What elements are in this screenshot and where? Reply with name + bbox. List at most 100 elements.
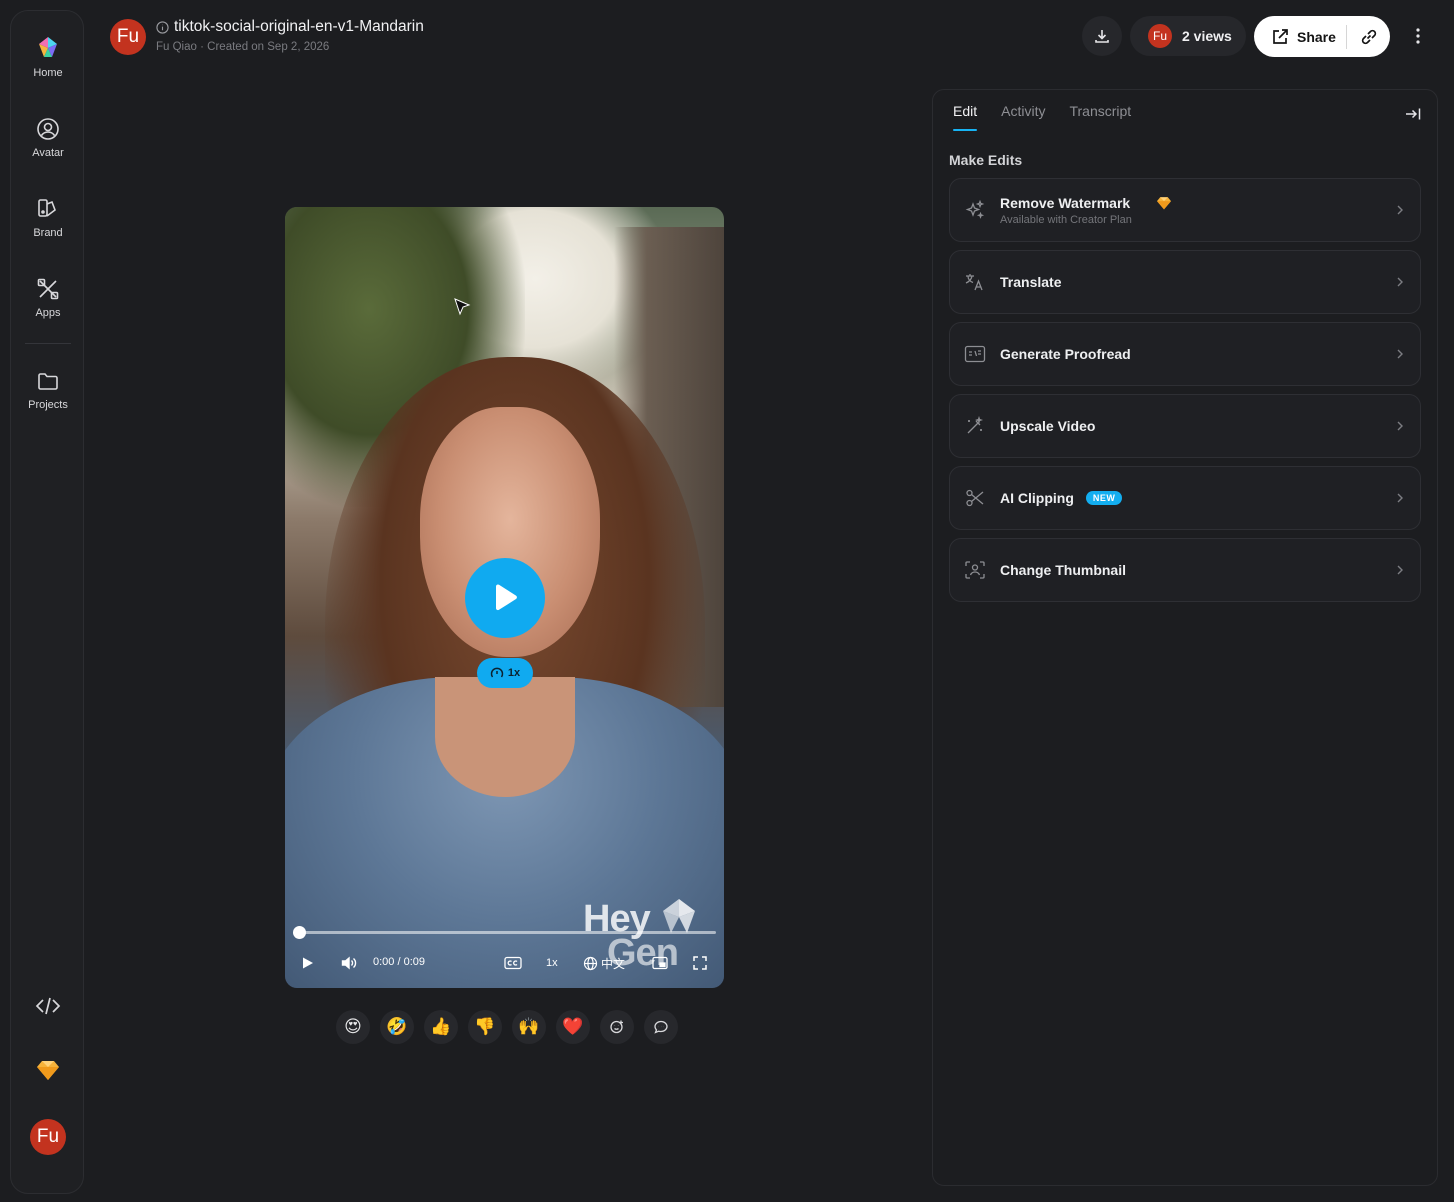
creator-avatar: Fu — [110, 19, 146, 55]
translate-option[interactable]: Translate — [949, 250, 1421, 314]
sidebar-item-home[interactable]: Home — [11, 35, 85, 79]
premium-diamond-icon — [1157, 196, 1172, 209]
meta-separator: · — [200, 41, 204, 53]
reaction-thumbs-down-button[interactable]: 👎 — [468, 1010, 502, 1044]
code-icon — [35, 997, 61, 1015]
more-options-button[interactable] — [1406, 24, 1430, 48]
title-row: tiktok-social-original-en-v1-Mandarin — [156, 18, 424, 36]
play-button[interactable] — [465, 558, 545, 638]
fullscreen-button[interactable] — [692, 953, 708, 973]
embed-code-button[interactable] — [11, 995, 85, 1017]
volume-button[interactable] — [341, 953, 357, 973]
sidebar-item-avatar[interactable]: Avatar — [11, 117, 85, 159]
diamond-icon — [37, 1061, 59, 1080]
emoji-add-icon — [610, 1020, 623, 1034]
tab-transcript[interactable]: Transcript — [1069, 103, 1131, 131]
collapse-panel-button[interactable] — [1403, 104, 1423, 124]
chevron-right-icon — [1397, 493, 1403, 503]
playback-speed-label: 1x — [546, 957, 558, 969]
reaction-rofl-button[interactable]: 🤣 — [380, 1010, 414, 1044]
language-label: 中文 — [601, 956, 626, 971]
current-time: 0:00 — [373, 956, 395, 968]
apps-icon — [37, 278, 59, 300]
more-vertical-icon — [1416, 28, 1420, 44]
reaction-heart-eyes-button[interactable]: 😍 — [336, 1010, 370, 1044]
scissors-icon — [966, 489, 984, 507]
download-button[interactable] — [1082, 16, 1122, 56]
views-count: 2 views — [1182, 28, 1232, 44]
generate-proofread-option[interactable]: Generate Proofread — [949, 322, 1421, 386]
section-title: Make Edits — [949, 152, 1023, 168]
sidebar-item-label: Avatar — [32, 147, 64, 159]
thumbnail-icon — [965, 561, 985, 579]
author-name: Fu Qiao — [156, 41, 197, 53]
play-icon — [303, 957, 313, 969]
video-player[interactable]: 1x Hey Gen 0:00 / 0:09 1x 中文 — [285, 207, 724, 988]
progress-bar[interactable] — [299, 931, 716, 934]
sidebar-divider — [25, 343, 71, 344]
option-label: Translate — [1000, 274, 1062, 290]
fullscreen-icon — [693, 956, 707, 970]
option-sublabel: Available with Creator Plan — [1000, 213, 1132, 226]
magic-wand-icon — [967, 416, 984, 434]
reaction-heart-button[interactable]: ❤️ — [556, 1010, 590, 1044]
reaction-raised-hands-button[interactable]: 🙌 — [512, 1010, 546, 1044]
picture-in-picture-button[interactable] — [652, 953, 668, 973]
video-meta: Fu Qiao · Created on Sep 2, 2026 — [156, 41, 329, 53]
chevron-right-icon — [1397, 277, 1403, 287]
captions-button[interactable] — [504, 953, 522, 973]
chevron-right-icon — [1397, 421, 1403, 431]
cursor-icon — [454, 298, 471, 316]
tab-activity[interactable]: Activity — [1001, 103, 1045, 131]
sidebar-item-label: Apps — [35, 307, 61, 319]
option-label: AI Clipping — [1000, 490, 1074, 506]
speed-badge-button[interactable]: 1x — [477, 658, 533, 688]
play-icon — [496, 584, 517, 611]
share-label: Share — [1297, 28, 1336, 45]
option-label: Generate Proofread — [1000, 346, 1131, 362]
pip-icon — [652, 956, 668, 970]
option-label: Change Thumbnail — [1000, 562, 1126, 578]
copy-link-button[interactable] — [1347, 16, 1390, 57]
change-thumbnail-option[interactable]: Change Thumbnail — [949, 538, 1421, 602]
chevron-right-icon — [1397, 565, 1403, 575]
share-button[interactable]: Share — [1254, 16, 1346, 57]
heygen-logo-icon — [39, 37, 57, 57]
reaction-thumbs-up-button[interactable]: 👍 — [424, 1010, 458, 1044]
control-play-button[interactable] — [301, 953, 315, 973]
info-icon[interactable] — [156, 20, 169, 34]
time-separator: / — [397, 956, 401, 968]
remove-watermark-option[interactable]: Remove Watermark Available with Creator … — [949, 178, 1421, 242]
duration: 0:09 — [403, 956, 426, 968]
chevron-right-icon — [1397, 205, 1403, 215]
sidebar-item-apps[interactable]: Apps — [11, 277, 85, 319]
reaction-bar: 😍 🤣 👍 👎 🙌 ❤️ — [336, 1010, 678, 1044]
user-menu-button[interactable]: Fu — [11, 1119, 85, 1155]
views-button[interactable]: Fu 2 views — [1130, 16, 1246, 56]
language-button[interactable]: 中文 — [583, 953, 625, 973]
viewer-avatar: Fu — [1148, 24, 1172, 48]
panel-tabs: Edit Activity Transcript — [953, 103, 1131, 131]
sidebar: Home Avatar Brand Apps Projects Fu — [10, 10, 84, 1194]
closed-captions-icon — [504, 956, 522, 970]
upscale-video-option[interactable]: Upscale Video — [949, 394, 1421, 458]
video-frame-neck — [435, 677, 575, 797]
brand-icon — [38, 199, 56, 217]
sidebar-item-brand[interactable]: Brand — [11, 197, 85, 239]
edit-panel: Edit Activity Transcript Make Edits Remo… — [932, 89, 1438, 1186]
progress-handle[interactable] — [293, 926, 306, 939]
comment-button[interactable] — [644, 1010, 678, 1044]
speedometer-icon — [490, 667, 504, 678]
tab-edit[interactable]: Edit — [953, 103, 978, 131]
share-group: Share — [1254, 16, 1390, 57]
add-reaction-button[interactable] — [600, 1010, 634, 1044]
sidebar-item-label: Home — [33, 67, 63, 79]
collapse-right-icon — [1406, 108, 1421, 120]
upgrade-button[interactable] — [11, 1059, 85, 1081]
speed-badge-label: 1x — [507, 667, 521, 679]
playback-speed-button[interactable]: 1x — [546, 953, 558, 973]
page-title[interactable]: tiktok-social-original-en-v1-Mandarin — [174, 18, 424, 36]
sidebar-item-projects[interactable]: Projects — [11, 369, 85, 411]
avatar: Fu — [30, 1119, 66, 1155]
ai-clipping-option[interactable]: AI Clipping NEW — [949, 466, 1421, 530]
